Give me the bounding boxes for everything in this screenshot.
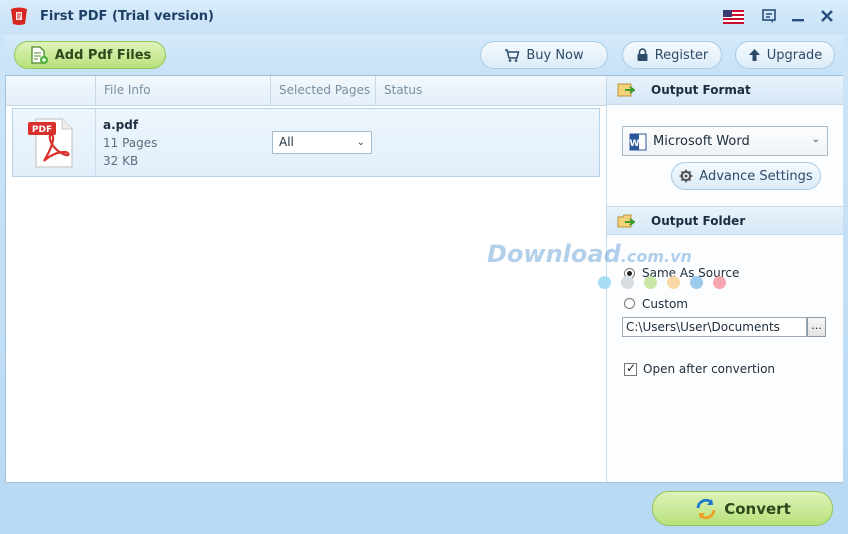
column-status: Status (375, 76, 606, 105)
output-format-value: Microsoft Word (653, 134, 750, 149)
browse-folder-button[interactable]: ... (807, 317, 826, 337)
convert-refresh-icon (696, 498, 716, 519)
pdf-badge-text: PDF (32, 125, 52, 135)
register-label: Register (654, 47, 709, 63)
output-folder-header: Output Folder (607, 206, 843, 235)
column-icon (6, 76, 95, 105)
column-selected-pages: Selected Pages (270, 76, 375, 105)
title-bar: First PDF (Trial version) (0, 0, 848, 33)
file-row[interactable]: PDF a.pdf 11 Pages 32 KB All ⌄ (12, 108, 600, 177)
upgrade-label: Upgrade (766, 47, 823, 63)
toolbar: Add Pdf Files Buy Now Register Upgrade (5, 35, 843, 75)
word-icon: W (629, 133, 647, 151)
feedback-icon[interactable] (760, 7, 778, 25)
output-format-icon (617, 83, 635, 97)
selected-pages-dropdown[interactable]: All ⌄ (272, 131, 372, 154)
file-name: a.pdf (103, 118, 139, 132)
convert-button[interactable]: Convert (652, 491, 833, 526)
output-folder-title: Output Folder (651, 214, 746, 228)
watermark-suffix: .com.vn (620, 247, 692, 266)
custom-folder-label: Custom (642, 297, 688, 311)
advance-settings-label: Advance Settings (699, 168, 813, 184)
buy-now-label: Buy Now (526, 47, 584, 63)
window-title: First PDF (Trial version) (40, 9, 214, 24)
output-format-header: Output Format (607, 76, 843, 105)
selected-pages-value: All (279, 135, 294, 149)
lock-icon (637, 48, 648, 61)
file-icon-cell: PDF (13, 109, 96, 176)
file-size: 32 KB (103, 154, 139, 168)
language-flag-icon[interactable] (723, 10, 744, 24)
watermark-main: Download (487, 240, 621, 268)
upgrade-button[interactable]: Upgrade (735, 41, 835, 69)
checkmark-icon: ✓ (626, 361, 637, 375)
add-pdf-files-button[interactable]: Add Pdf Files (14, 41, 166, 69)
file-grid-header: File Info Selected Pages Status (6, 76, 606, 106)
add-file-icon (31, 46, 48, 64)
output-path-input[interactable]: C:\Users\User\Documents (622, 317, 807, 337)
advance-settings-button[interactable]: Advance Settings (671, 162, 821, 190)
open-after-conversion-checkbox[interactable]: ✓ (624, 361, 637, 376)
buy-now-button[interactable]: Buy Now (480, 41, 608, 69)
close-button[interactable] (818, 7, 836, 25)
open-after-conversion-label: Open after convertion (643, 362, 776, 376)
pdf-icon: PDF (28, 118, 73, 168)
output-format-dropdown[interactable]: W Microsoft Word ⌄ (622, 126, 828, 156)
file-page-count: 11 Pages (103, 136, 158, 150)
add-pdf-files-label: Add Pdf Files (54, 47, 152, 63)
chevron-down-icon: ⌄ (356, 137, 365, 148)
convert-label: Convert (724, 499, 791, 518)
chevron-down-icon: ⌄ (811, 134, 820, 145)
column-file-info: File Info (95, 76, 270, 105)
upgrade-arrow-icon (748, 49, 760, 61)
output-folder-icon (617, 214, 635, 228)
watermark: Download.com.vn (487, 240, 692, 268)
output-format-title: Output Format (651, 83, 751, 97)
minimize-button[interactable] (789, 7, 807, 25)
app-logo-icon (11, 7, 27, 25)
register-button[interactable]: Register (622, 41, 722, 69)
watermark-dots (598, 276, 726, 289)
word-icon-letter: W (630, 139, 640, 149)
cart-icon (505, 49, 520, 62)
gear-icon (679, 169, 693, 183)
custom-folder-radio[interactable] (624, 298, 635, 309)
